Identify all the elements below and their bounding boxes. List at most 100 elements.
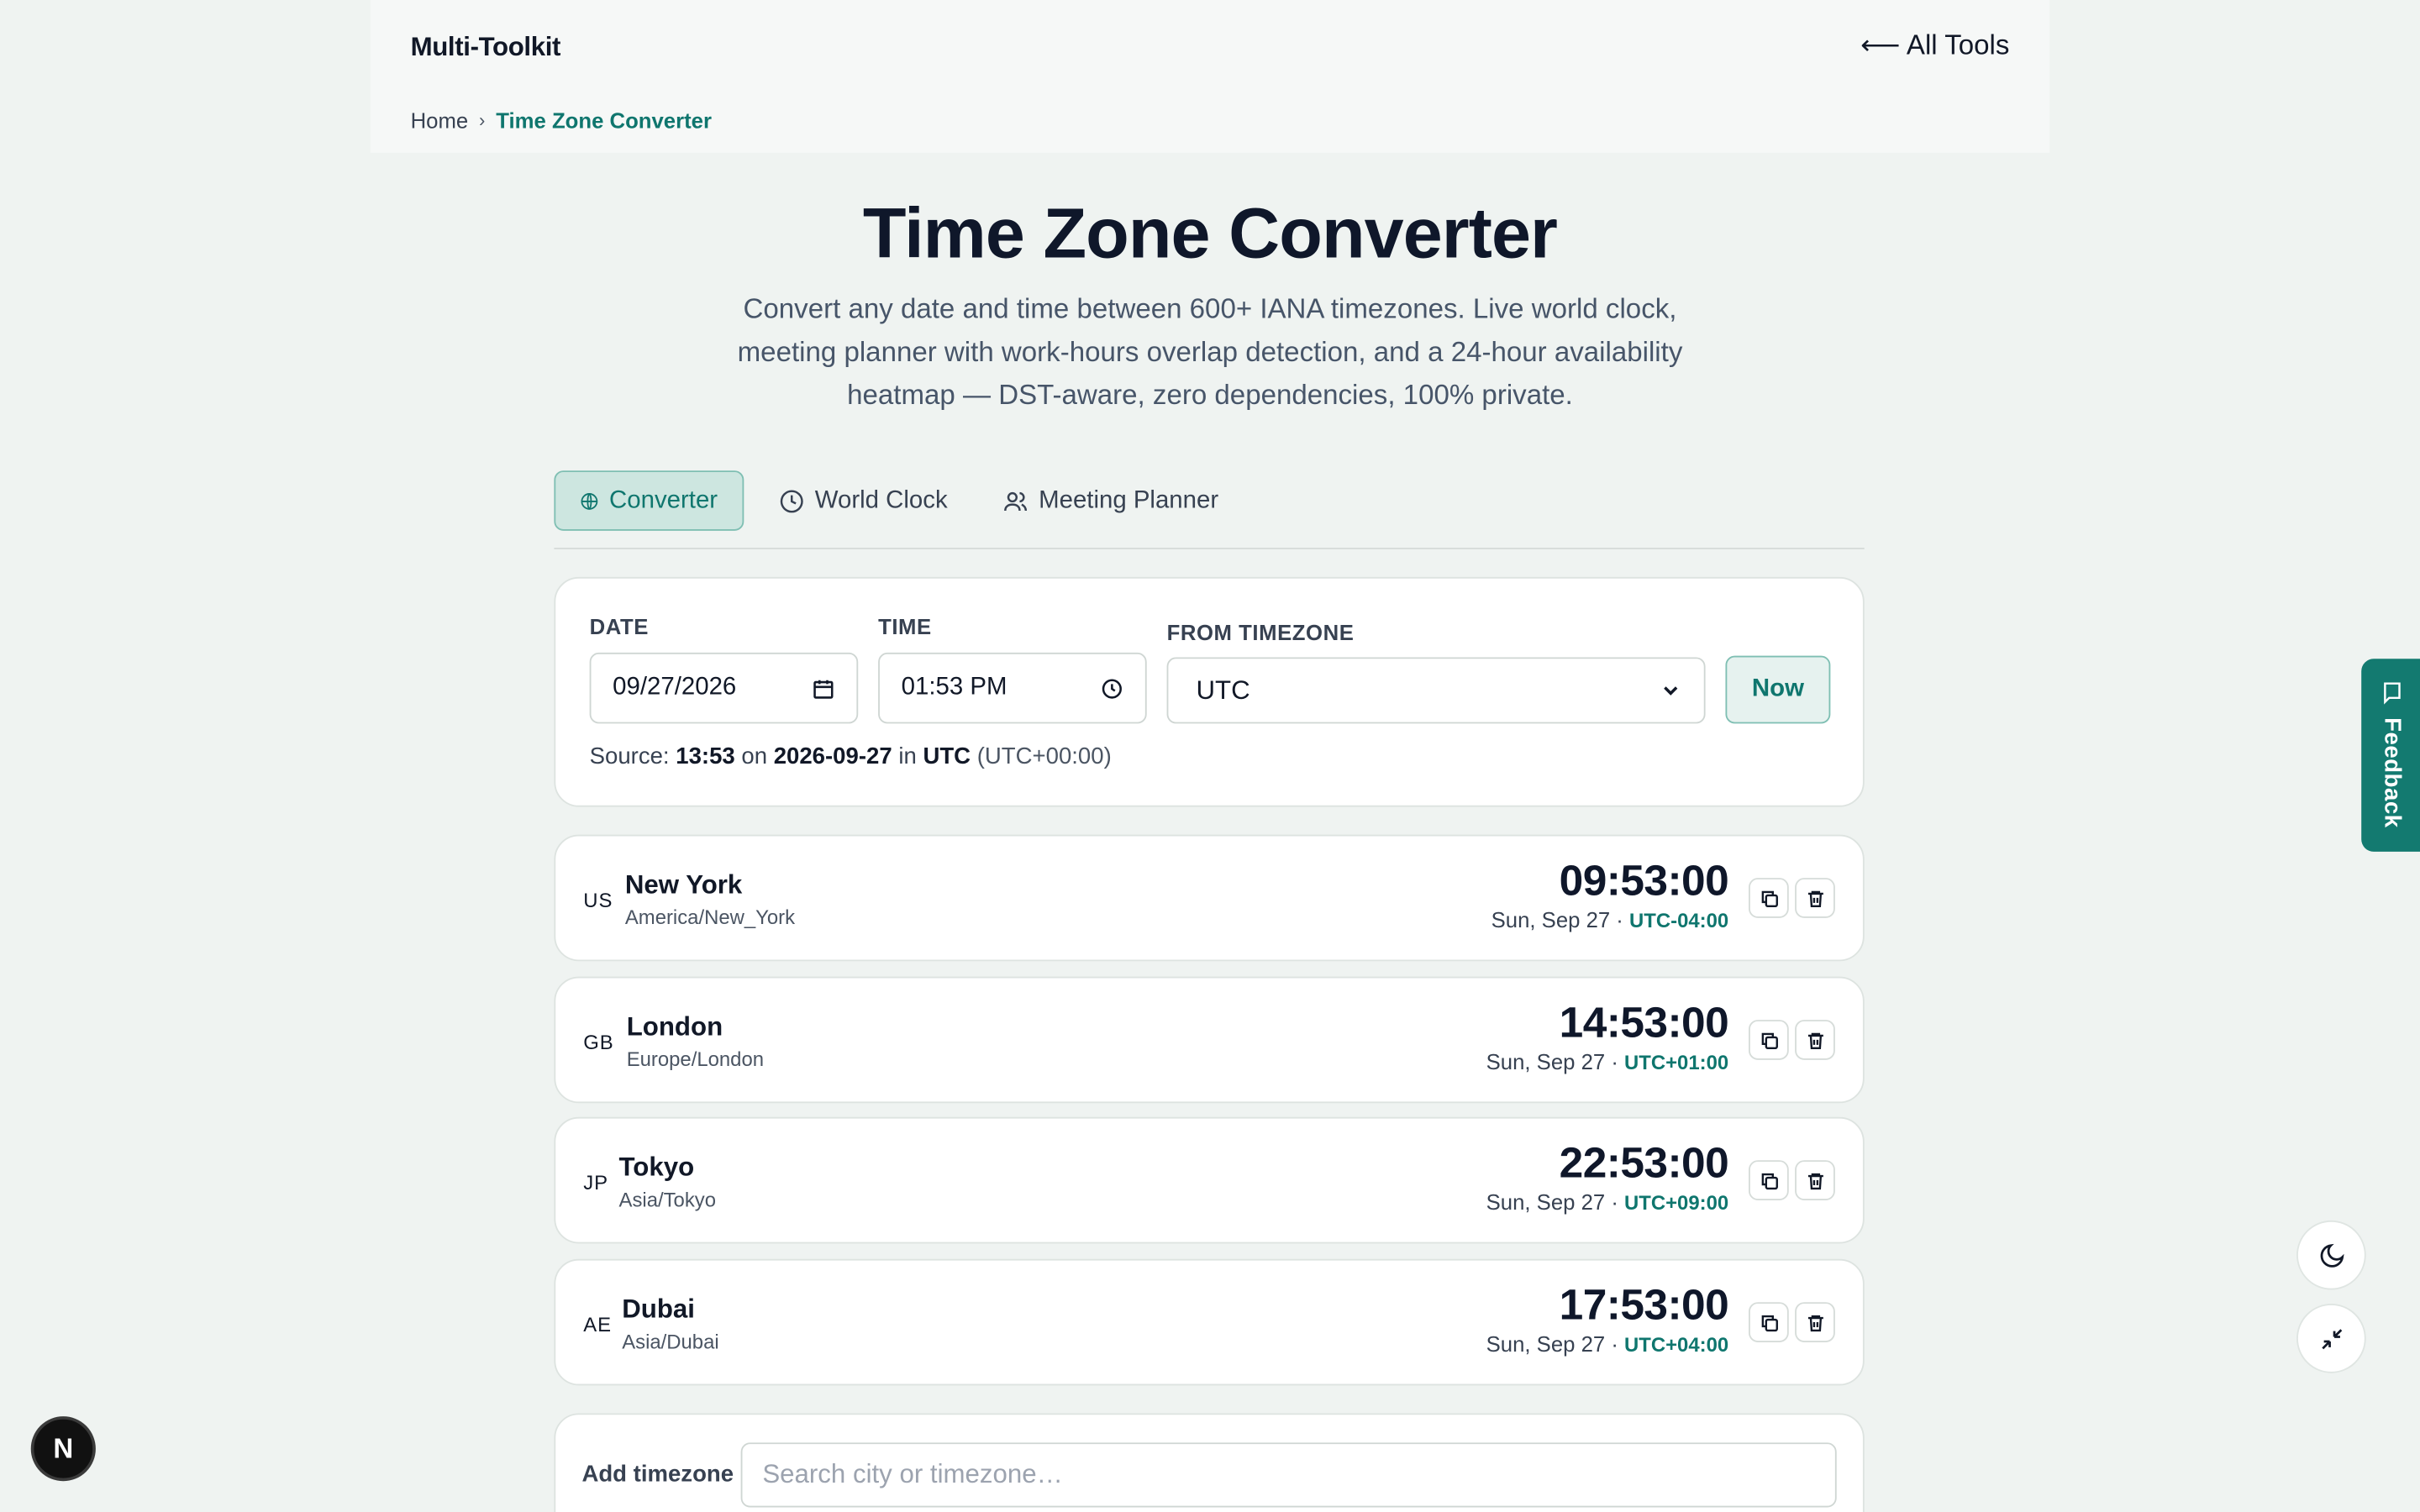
country-code: US bbox=[583, 888, 613, 912]
zone-city: Tokyo bbox=[618, 1152, 695, 1182]
breadcrumb: Home › Time Zone Converter bbox=[411, 108, 712, 133]
tab-bar: Converter World Clock Meeting Planner bbox=[554, 470, 1865, 549]
zone-offset: UTC+04:00 bbox=[1624, 1332, 1729, 1357]
zone-offset: UTC+09:00 bbox=[1624, 1190, 1729, 1215]
trash-icon bbox=[1807, 1172, 1823, 1189]
nextjs-dev-badge[interactable]: N bbox=[30, 1416, 96, 1482]
zone-date-line: Sun, Sep 27 · UTC+04:00 bbox=[1486, 1331, 1729, 1356]
timezone-search-input[interactable] bbox=[740, 1442, 1837, 1508]
now-button[interactable]: Now bbox=[1725, 655, 1831, 724]
delete-button[interactable] bbox=[1795, 878, 1835, 918]
all-tools-link[interactable]: ⟵ All Tools bbox=[1860, 29, 2009, 62]
zone-time: 14:53:00 bbox=[1559, 998, 1729, 1047]
moon-icon bbox=[2319, 1242, 2344, 1267]
zone-city: Dubai bbox=[622, 1294, 695, 1324]
from-timezone-value: UTC bbox=[1196, 675, 1250, 705]
zone-date-line: Sun, Sep 27 · UTC+01:00 bbox=[1486, 1049, 1729, 1074]
copy-button[interactable] bbox=[1749, 878, 1789, 918]
tab-converter-label: Converter bbox=[609, 486, 718, 513]
date-input[interactable]: 09/27/2026 bbox=[589, 652, 859, 724]
copy-icon bbox=[1760, 1172, 1778, 1189]
tab-world-clock[interactable]: World Clock bbox=[755, 470, 972, 531]
zone-iana: Asia/Dubai bbox=[622, 1330, 719, 1353]
from-timezone-label: FROM TIMEZONE bbox=[1166, 620, 1355, 645]
copy-icon bbox=[1760, 890, 1778, 907]
tab-meeting-planner-label: Meeting Planner bbox=[1039, 486, 1219, 513]
tab-world-clock-label: World Clock bbox=[814, 486, 948, 513]
zone-iana: Asia/Tokyo bbox=[618, 1188, 717, 1211]
source-summary: Source: 13:53 on 2026-09-27 in UTC (UTC+… bbox=[590, 743, 1112, 769]
theme-toggle-button[interactable] bbox=[2296, 1220, 2366, 1290]
time-value: 01:53 PM bbox=[901, 674, 1007, 701]
zone-date-line: Sun, Sep 27 · UTC+09:00 bbox=[1486, 1189, 1729, 1214]
zone-city: London bbox=[626, 1011, 723, 1042]
copy-icon bbox=[1760, 1032, 1778, 1049]
zone-offset: UTC+01:00 bbox=[1624, 1050, 1729, 1074]
time-label: TIME bbox=[878, 614, 932, 639]
delete-button[interactable] bbox=[1795, 1020, 1835, 1060]
trash-icon bbox=[1807, 890, 1823, 907]
copy-button[interactable] bbox=[1749, 1160, 1789, 1200]
zone-offset: UTC-04:00 bbox=[1629, 908, 1729, 932]
source-on: on bbox=[741, 743, 768, 770]
add-timezone-label: Add timezone bbox=[581, 1461, 734, 1488]
zone-date: Sun, Sep 27 · bbox=[1486, 1189, 1618, 1215]
zone-time: 22:53:00 bbox=[1559, 1138, 1729, 1187]
collapse-button[interactable] bbox=[2296, 1304, 2366, 1373]
trash-icon bbox=[1807, 1032, 1823, 1049]
source-offset: (UTC+00:00) bbox=[976, 743, 1112, 770]
from-timezone-select[interactable]: UTC bbox=[1166, 657, 1706, 724]
zone-date: Sun, Sep 27 · bbox=[1486, 1048, 1618, 1074]
delete-button[interactable] bbox=[1795, 1302, 1835, 1342]
delete-button[interactable] bbox=[1795, 1160, 1835, 1200]
add-timezone-card: Add timezone bbox=[554, 1413, 1865, 1512]
page: Multi-Toolkit ⟵ All Tools Home › Time Zo… bbox=[0, 0, 2420, 1512]
zone-date: Sun, Sep 27 · bbox=[1491, 906, 1623, 932]
zone-card-tokyo: JP Tokyo Asia/Tokyo 22:53:00 Sun, Sep 27… bbox=[554, 1116, 1865, 1244]
time-input[interactable]: 01:53 PM bbox=[878, 652, 1147, 724]
feedback-tab[interactable]: Feedback bbox=[2361, 659, 2420, 852]
date-label: DATE bbox=[589, 614, 649, 639]
tab-converter[interactable]: Converter bbox=[554, 470, 744, 531]
breadcrumb-separator: › bbox=[479, 109, 486, 132]
site-header: Multi-Toolkit ⟵ All Tools Home › Time Zo… bbox=[370, 0, 2050, 153]
feedback-label: Feedback bbox=[2379, 717, 2406, 828]
source-date: 2026-09-27 bbox=[773, 743, 892, 770]
minimize-icon bbox=[2321, 1328, 2342, 1349]
zone-card-london: GB London Europe/London 14:53:00 Sun, Se… bbox=[554, 976, 1865, 1104]
source-in: in bbox=[898, 743, 917, 770]
breadcrumb-current: Time Zone Converter bbox=[496, 108, 712, 133]
date-value: 09/27/2026 bbox=[613, 674, 737, 701]
country-code: AE bbox=[583, 1313, 612, 1336]
converter-form: DATE 09/27/2026 TIME 01:53 PM FROM TIMEZ… bbox=[554, 576, 1865, 807]
zone-iana: Europe/London bbox=[626, 1047, 765, 1071]
zone-city: New York bbox=[624, 869, 743, 900]
page-subtitle: Convert any date and time between 600+ I… bbox=[737, 292, 1683, 411]
country-code: GB bbox=[583, 1030, 614, 1054]
zone-card-new-york: US New York America/New_York 09:53:00 Su… bbox=[554, 834, 1865, 962]
zone-card-dubai: AE Dubai Asia/Dubai 17:53:00 Sun, Sep 27… bbox=[554, 1258, 1865, 1386]
all-tools-label: All Tools bbox=[1906, 29, 2010, 60]
brand-logo[interactable]: Multi-Toolkit bbox=[411, 33, 561, 64]
country-code: JP bbox=[583, 1171, 608, 1194]
users-icon bbox=[1004, 491, 1028, 511]
globe-icon bbox=[581, 492, 598, 509]
source-zone: UTC bbox=[923, 743, 971, 770]
zone-time: 17:53:00 bbox=[1559, 1280, 1729, 1329]
clock-icon bbox=[1102, 678, 1122, 698]
trash-icon bbox=[1807, 1314, 1823, 1331]
copy-icon bbox=[1760, 1314, 1778, 1331]
chevron-down-icon bbox=[1664, 686, 1678, 696]
source-time: 13:53 bbox=[676, 743, 735, 770]
tab-meeting-planner[interactable]: Meeting Planner bbox=[978, 470, 1243, 531]
copy-button[interactable] bbox=[1749, 1302, 1789, 1342]
breadcrumb-home[interactable]: Home bbox=[411, 108, 469, 133]
page-title: Time Zone Converter bbox=[862, 192, 1558, 274]
zone-iana: America/New_York bbox=[624, 906, 796, 929]
zone-time: 09:53:00 bbox=[1559, 856, 1729, 905]
copy-button[interactable] bbox=[1749, 1020, 1789, 1060]
arrow-left-icon: ⟵ bbox=[1860, 29, 1901, 60]
message-icon bbox=[2384, 682, 2401, 705]
zone-date-line: Sun, Sep 27 · UTC-04:00 bbox=[1491, 907, 1729, 932]
source-prefix: Source: bbox=[589, 743, 670, 770]
